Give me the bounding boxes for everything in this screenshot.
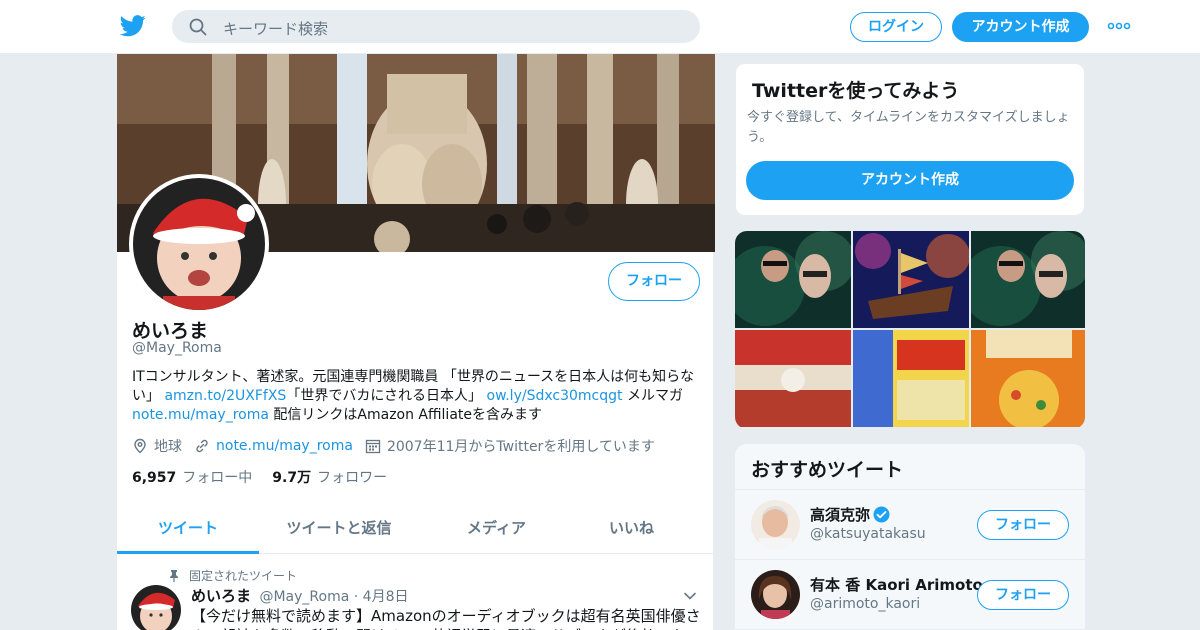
link-icon [196, 439, 208, 453]
verified-icon [873, 506, 890, 523]
tab-tweets-replies[interactable]: ツイートと返信 [259, 502, 419, 554]
bio-text: 「世界でバカにされる日本人」 [286, 388, 487, 404]
location-icon [134, 438, 146, 454]
profile-name[interactable]: めいろま [132, 316, 208, 343]
follow-button[interactable]: フォロー [977, 580, 1069, 610]
calendar-icon [365, 439, 381, 454]
recommended-panel: おすすめツイート 高須克弥 @katsuyatakasu フォロー 有本 香 K… [735, 444, 1085, 630]
bio-text: メルマガ [622, 388, 683, 404]
bio-link-amazon[interactable]: amzn.to/2UXFfXS [164, 388, 286, 404]
follow-button[interactable]: フォロー [608, 262, 700, 301]
more-dots-icon[interactable] [1107, 14, 1131, 38]
tweet-header: めいろま @May_Roma · 4月8日 [191, 585, 408, 606]
media-photo [853, 231, 969, 328]
pin-icon [170, 569, 178, 582]
avatar-photo [751, 570, 800, 619]
twitter-logo-icon[interactable] [120, 14, 146, 38]
tweet-author-handle[interactable]: @May_Roma [259, 589, 349, 605]
recommended-user[interactable]: 高須克弥 @katsuyatakasu フォロー [735, 490, 1085, 560]
recommended-name-row[interactable]: 有本 香 Kaori Arimoto [810, 574, 983, 595]
media-thumb[interactable] [971, 231, 1085, 328]
followers-label: フォロワー [317, 470, 388, 486]
following-stat[interactable]: 6,957 フォロー中 [132, 467, 252, 487]
media-photo [853, 330, 969, 427]
recommended-name: 有本 香 Kaori Arimoto [810, 576, 983, 594]
tweet-author-name[interactable]: めいろま [191, 587, 251, 605]
following-count: 6,957 [132, 470, 177, 486]
tweet-separator: · [353, 589, 359, 605]
media-photo [735, 231, 851, 328]
recommended-handle[interactable]: @arimoto_kaori [810, 596, 920, 612]
profile-avatar[interactable] [129, 174, 269, 314]
pinned-label: 固定されたツイート [189, 569, 298, 583]
follow-button[interactable]: フォロー [977, 510, 1069, 540]
media-thumb[interactable] [853, 330, 969, 427]
media-photo [971, 330, 1085, 427]
recommended-user[interactable]: 有本 香 Kaori Arimoto @arimoto_kaori フォロー [735, 560, 1085, 630]
media-photo [735, 330, 851, 427]
recommended-avatar[interactable] [751, 570, 800, 619]
recommended-name-row[interactable]: 高須克弥 [810, 504, 890, 525]
signup-card-title: Twitterを使ってみよう [752, 80, 960, 102]
media-photo [971, 231, 1085, 328]
tweet-text: 【今だけ無料で読めます】Amazonのオーディオブックは超有名英国俳優さんの朗読… [191, 607, 701, 630]
top-nav: キーワード検索 ログイン アカウント作成 [0, 0, 1200, 54]
tweet-avatar[interactable] [131, 585, 181, 630]
signup-card-description: 今すぐ登録して、タイムラインをカスタマイズしましょう。 [747, 110, 1070, 145]
media-grid [735, 231, 1085, 429]
profile-stats: 6,957 フォロー中 9.7万 フォロワー [132, 467, 387, 487]
signup-button[interactable]: アカウント作成 [952, 12, 1089, 42]
profile-meta: 地球 note.mu/may_roma 2007年11月からTwitterを利用… [132, 436, 655, 456]
tab-likes[interactable]: いいね [574, 502, 689, 554]
profile-handle[interactable]: @May_Roma [132, 340, 222, 356]
profile-tabs: ツイート ツイートと返信 メディア いいね [117, 502, 715, 554]
recommended-avatar[interactable] [751, 500, 800, 549]
avatar-photo [131, 585, 181, 630]
profile-column: フォロー めいろま @May_Roma ITコンサルタント、著述家。元国連専門機… [116, 54, 715, 630]
search-icon [189, 18, 207, 36]
login-button[interactable]: ログイン [850, 12, 942, 42]
pinned-label-row: 固定されたツイート [169, 567, 297, 584]
avatar-photo [133, 178, 265, 310]
media-thumb[interactable] [735, 330, 851, 427]
recommended-handle[interactable]: @katsuyatakasu [810, 526, 926, 542]
recommended-name: 高須克弥 [810, 506, 871, 524]
media-thumb[interactable] [853, 231, 969, 328]
profile-bio: ITコンサルタント、著述家。元国連専門機関職員 「世界のニュースを日本人は何も知… [132, 368, 702, 425]
media-thumb[interactable] [971, 330, 1085, 427]
media-thumb[interactable] [735, 231, 851, 328]
profile-joined: 2007年11月からTwitterを利用しています [386, 439, 655, 455]
avatar-photo [751, 500, 800, 549]
following-label: フォロー中 [182, 470, 253, 486]
bio-link-note[interactable]: note.mu/may_roma [132, 407, 269, 423]
tab-media[interactable]: メディア [419, 502, 574, 554]
search-input[interactable]: キーワード検索 [223, 18, 328, 39]
bio-link-owly[interactable]: ow.ly/Sdxc30mcqgt [487, 388, 623, 404]
followers-count: 9.7万 [272, 470, 312, 486]
profile-location: 地球 [154, 439, 182, 455]
search-bar[interactable]: キーワード検索 [172, 10, 700, 43]
pinned-tweet[interactable]: 固定されたツイート めいろま @May_Roma · 4月8日 【今だけ無料で読… [117, 555, 715, 630]
bio-text: 配信リンクはAmazon Affiliateを含みます [268, 407, 543, 423]
tab-tweets[interactable]: ツイート [117, 502, 259, 554]
followers-stat[interactable]: 9.7万 フォロワー [272, 467, 387, 487]
profile-website-link[interactable]: note.mu/may_roma [216, 438, 353, 454]
recommended-title: おすすめツイート [735, 444, 1085, 490]
signup-card-button[interactable]: アカウント作成 [746, 161, 1074, 200]
chevron-down-icon[interactable] [683, 589, 697, 603]
signup-card: Twitterを使ってみよう 今すぐ登録して、タイムラインをカスタマイズしましょ… [735, 63, 1085, 216]
tweet-date[interactable]: 4月8日 [363, 589, 409, 605]
